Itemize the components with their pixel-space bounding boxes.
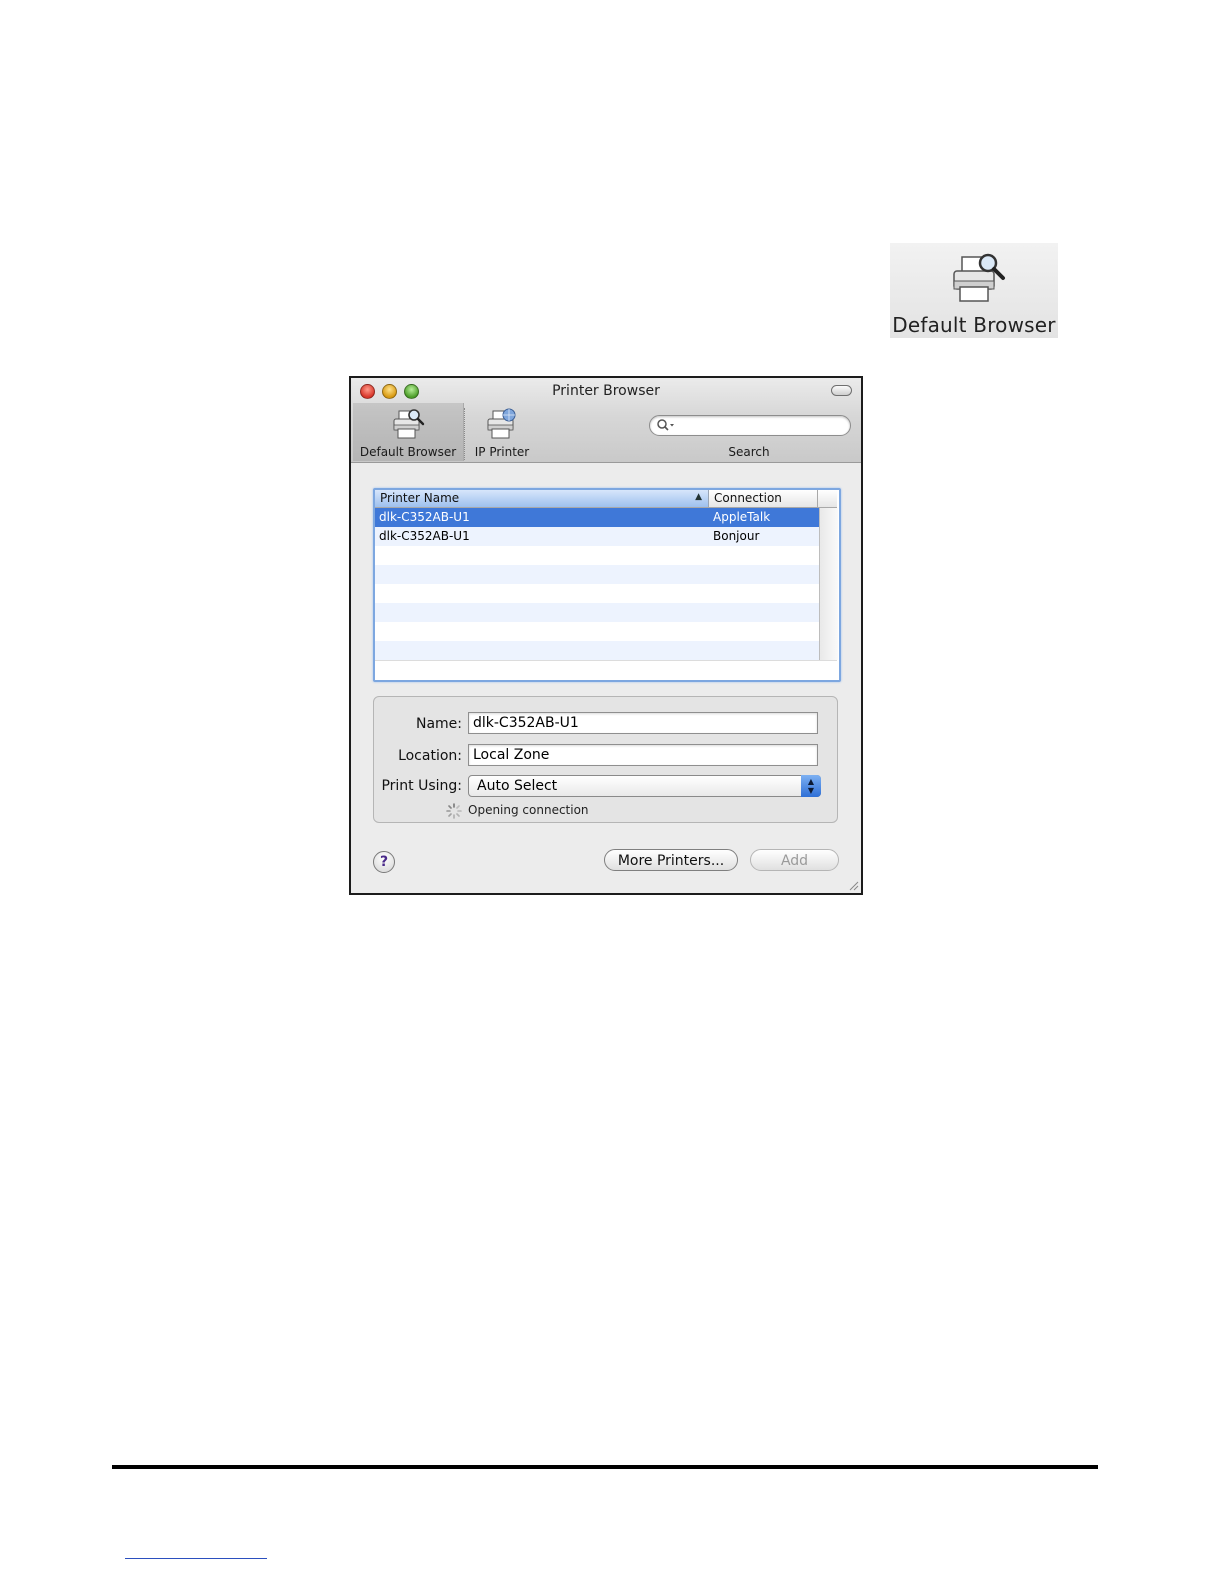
toolbar-toggle-button[interactable] — [831, 385, 852, 396]
footer-link-underline[interactable] — [125, 1558, 267, 1559]
search-input[interactable] — [680, 417, 844, 435]
toolbar-ip-printer[interactable]: IP Printer — [467, 403, 537, 461]
empty-row — [375, 565, 819, 584]
search-label: Search — [728, 445, 770, 459]
default-browser-icon-callout: Default Browser — [890, 243, 1058, 338]
column-header-printer-name-label: Printer Name — [380, 491, 460, 505]
toolbar-separator — [464, 408, 465, 460]
printer-list[interactable]: Printer Name ▲ Connection dlk-C352AB-U1 … — [373, 488, 841, 682]
search-icon — [657, 419, 674, 431]
print-using-select[interactable]: Auto Select ▲ ▼ — [468, 775, 821, 797]
default-browser-label: Default Browser — [892, 313, 1056, 337]
printer-globe-icon — [487, 408, 516, 439]
column-header-connection-label: Connection — [714, 491, 782, 505]
empty-row — [375, 622, 819, 641]
connection-cell: AppleTalk — [713, 510, 771, 524]
sort-ascending-icon: ▲ — [695, 492, 702, 502]
name-field[interactable]: dlk-C352AB-U1 — [468, 712, 818, 734]
resize-grip-icon[interactable] — [848, 880, 859, 891]
table-row[interactable]: dlk-C352AB-U1 AppleTalk — [375, 508, 819, 527]
toolbar-ip-printer-label: IP Printer — [474, 445, 530, 459]
empty-row — [375, 584, 819, 603]
printer-name-cell: dlk-C352AB-U1 — [379, 510, 470, 524]
toolbar-default-browser-label: Default Browser — [359, 445, 457, 459]
window-title: Printer Browser — [552, 383, 660, 399]
printer-magnifier-icon — [953, 253, 1005, 302]
footer-rule — [112, 1465, 1098, 1469]
print-using-value: Auto Select — [477, 778, 558, 794]
connection-cell: Bonjour — [713, 529, 760, 543]
spinner-icon — [446, 803, 462, 819]
status-text: Opening connection — [468, 803, 589, 817]
empty-row — [375, 546, 819, 565]
printer-list-header: Printer Name ▲ Connection — [375, 490, 837, 508]
add-button[interactable]: Add — [750, 849, 839, 871]
printer-browser-window: Printer Browser Default Browser IP Print… — [349, 376, 863, 895]
help-button[interactable]: ? — [373, 851, 395, 873]
more-printers-button[interactable]: More Printers... — [604, 849, 738, 871]
name-label: Name: — [415, 716, 462, 732]
vertical-scrollbar[interactable] — [819, 508, 838, 660]
printer-info-panel: Name: dlk-C352AB-U1 Location: Local Zone… — [373, 696, 838, 823]
empty-row — [375, 641, 819, 660]
print-using-label: Print Using: — [381, 778, 462, 794]
location-label: Location: — [398, 748, 462, 764]
printer-magnifier-icon — [393, 409, 425, 439]
column-header-printer-name[interactable]: Printer Name ▲ — [375, 490, 709, 507]
table-row[interactable]: dlk-C352AB-U1 Bonjour — [375, 527, 819, 546]
printer-name-cell: dlk-C352AB-U1 — [379, 529, 470, 543]
toolbar-default-browser[interactable]: Default Browser — [353, 403, 464, 461]
popup-arrows-icon: ▲ ▼ — [801, 775, 821, 797]
window-titlebar: Printer Browser Default Browser IP Print… — [351, 378, 861, 463]
empty-row — [375, 603, 819, 622]
search-field[interactable] — [649, 415, 851, 436]
column-header-connection[interactable]: Connection — [709, 490, 818, 507]
printer-list-rows: dlk-C352AB-U1 AppleTalk dlk-C352AB-U1 Bo… — [375, 508, 819, 660]
list-footer — [375, 660, 837, 679]
location-field[interactable]: Local Zone — [468, 744, 818, 766]
